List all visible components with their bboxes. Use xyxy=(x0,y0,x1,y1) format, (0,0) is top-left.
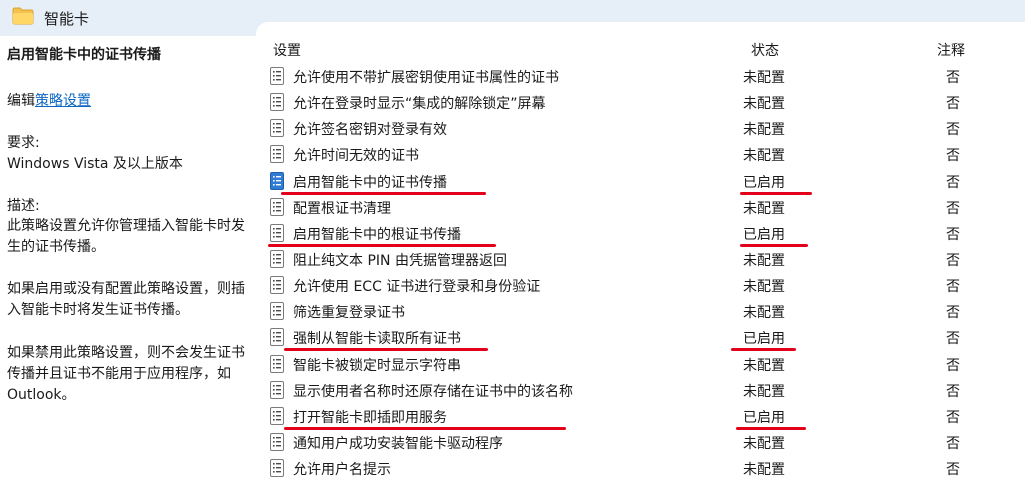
requirements-label: 要求: xyxy=(7,135,40,151)
setting-name: 允许时间无效的证书 xyxy=(293,148,419,165)
setting-name: 智能卡被锁定时显示字符串 xyxy=(293,357,461,374)
setting-state: 未配置 xyxy=(743,279,785,296)
policy-title: 启用智能卡中的证书传播 xyxy=(7,47,161,63)
setting-comment: 否 xyxy=(946,252,960,269)
setting-comment: 否 xyxy=(946,226,960,243)
settings-row[interactable]: 配置根证书清理 未配置 否 xyxy=(256,194,1025,220)
setting-comment: 否 xyxy=(946,435,960,452)
setting-comment: 否 xyxy=(946,331,960,348)
requirements-value: Windows Vista 及以上版本 xyxy=(7,156,183,172)
setting-state: 未配置 xyxy=(743,96,785,113)
settings-row[interactable]: 阻止纯文本 PIN 由凭据管理器返回 未配置 否 xyxy=(256,246,1025,272)
policy-setting-icon xyxy=(270,119,284,138)
setting-name: 启用智能卡中的根证书传播 xyxy=(293,226,461,243)
setting-comment: 否 xyxy=(946,409,960,426)
setting-name: 通知用户成功安装智能卡驱动程序 xyxy=(293,435,503,452)
settings-row[interactable]: 打开智能卡即插即用服务 已启用 否 xyxy=(256,403,1025,430)
settings-row[interactable]: 允许在登录时显示“集成的解除锁定”屏幕 未配置 否 xyxy=(256,89,1025,115)
setting-name: 打开智能卡即插即用服务 xyxy=(293,409,447,426)
setting-name: 允许在登录时显示“集成的解除锁定”屏幕 xyxy=(293,96,546,113)
description-label: 描述: xyxy=(7,198,40,214)
setting-state: 未配置 xyxy=(743,148,785,165)
folder-icon xyxy=(12,7,34,25)
policy-setting-icon xyxy=(270,223,284,242)
folder-title: 智能卡 xyxy=(44,10,90,28)
setting-name: 显示使用者名称时还原存储在证书中的该名称 xyxy=(293,383,573,400)
setting-state: 未配置 xyxy=(743,305,785,322)
setting-comment: 否 xyxy=(946,174,960,191)
settings-list-pane: 设置 状态 注释 允许使用不带扩展密钥使用证书属性的证书 未配置否允许在登录时显示… xyxy=(256,22,1025,481)
settings-row[interactable]: 允许签名密钥对登录有效 未配置 否 xyxy=(256,115,1025,141)
setting-name: 允许使用不带扩展密钥使用证书属性的证书 xyxy=(293,70,559,86)
policy-setting-icon xyxy=(270,328,284,347)
policy-description-pane: 启用智能卡中的证书传播 编辑策略设置 要求: Windows Vista 及以上… xyxy=(0,36,258,481)
policy-setting-icon xyxy=(270,459,284,478)
policy-setting-icon xyxy=(270,145,284,164)
settings-row[interactable]: 强制从智能卡读取所有证书 已启用 否 xyxy=(256,324,1025,352)
setting-state: 未配置 xyxy=(743,252,785,269)
setting-state: 已启用 xyxy=(743,226,785,243)
policy-setting-icon xyxy=(270,249,284,268)
policy-setting-icon xyxy=(270,197,284,216)
setting-state: 未配置 xyxy=(743,122,785,139)
settings-row[interactable]: 允许用户名提示 未配置 否 xyxy=(256,455,1025,481)
settings-row[interactable]: 允许使用 ECC 证书进行登录和身份验证 未配置 否 xyxy=(256,272,1025,298)
policy-setting-icon xyxy=(270,354,284,373)
settings-row[interactable]: 智能卡被锁定时显示字符串 未配置 否 xyxy=(256,351,1025,377)
setting-state: 未配置 xyxy=(743,70,785,86)
policy-setting-icon xyxy=(270,93,284,112)
setting-comment: 否 xyxy=(946,462,960,479)
policy-setting-icon xyxy=(270,302,284,321)
settings-row[interactable]: 通知用户成功安装智能卡驱动程序 未配置 否 xyxy=(256,429,1025,455)
setting-comment: 否 xyxy=(946,122,960,139)
setting-state: 未配置 xyxy=(743,462,785,479)
setting-comment: 否 xyxy=(946,383,960,400)
setting-name: 允许用户名提示 xyxy=(293,462,391,479)
setting-state: 已启用 xyxy=(743,331,785,348)
settings-list: 允许使用不带扩展密钥使用证书属性的证书 未配置否允许在登录时显示“集成的解除锁定”… xyxy=(256,63,1025,481)
setting-name: 启用智能卡中的证书传播 xyxy=(293,174,447,191)
settings-row[interactable]: 允许使用不带扩展密钥使用证书属性的证书 未配置 否 xyxy=(256,63,1025,89)
setting-name: 阻止纯文本 PIN 由凭据管理器返回 xyxy=(293,252,507,269)
settings-row[interactable]: 启用智能卡中的证书传播 已启用 否 xyxy=(256,168,1025,195)
policy-setting-icon xyxy=(270,276,284,295)
setting-name: 筛选重复登录证书 xyxy=(293,305,405,322)
column-header-comment[interactable]: 注释 xyxy=(937,40,965,60)
setting-state: 未配置 xyxy=(743,357,785,374)
setting-name: 强制从智能卡读取所有证书 xyxy=(293,331,461,348)
setting-state: 未配置 xyxy=(743,200,785,217)
setting-name: 允许使用 ECC 证书进行登录和身份验证 xyxy=(293,279,541,296)
policy-setting-icon xyxy=(270,171,284,190)
policy-setting-icon xyxy=(270,380,284,399)
column-header-state[interactable]: 状态 xyxy=(751,40,779,60)
setting-state: 未配置 xyxy=(743,383,785,400)
setting-comment: 否 xyxy=(946,305,960,322)
setting-state: 未配置 xyxy=(743,435,785,452)
setting-name: 配置根证书清理 xyxy=(293,200,391,217)
edit-prefix: 编辑 xyxy=(7,93,35,109)
setting-comment: 否 xyxy=(946,148,960,165)
description-paragraph: 此策略设置允许你管理插入智能卡时发生的证书传播。 xyxy=(7,218,245,255)
edit-line: 编辑策略设置 xyxy=(7,90,91,110)
setting-comment: 否 xyxy=(946,200,960,217)
setting-comment: 否 xyxy=(946,70,960,86)
setting-state: 已启用 xyxy=(743,174,785,191)
settings-row[interactable]: 允许时间无效的证书 未配置 否 xyxy=(256,141,1025,167)
policy-setting-icon xyxy=(270,432,284,451)
column-header-setting[interactable]: 设置 xyxy=(273,40,301,60)
setting-comment: 否 xyxy=(946,279,960,296)
settings-row[interactable]: 筛选重复登录证书 未配置 否 xyxy=(256,298,1025,324)
setting-comment: 否 xyxy=(946,96,960,113)
setting-name: 允许签名密钥对登录有效 xyxy=(293,122,447,139)
settings-row[interactable]: 显示使用者名称时还原存储在证书中的该名称 未配置 否 xyxy=(256,377,1025,403)
setting-state: 已启用 xyxy=(743,409,785,426)
policy-setting-icon xyxy=(270,67,284,85)
policy-setting-icon xyxy=(270,406,284,425)
setting-comment: 否 xyxy=(946,357,960,374)
settings-row[interactable]: 启用智能卡中的根证书传播 已启用 否 xyxy=(256,220,1025,247)
description-paragraph: 如果启用或没有配置此策略设置，则插入智能卡时将发生证书传播。 xyxy=(7,281,245,318)
description-paragraph: 如果禁用此策略设置，则不会发生证书传播并且证书不能用于应用程序，如 Outloo… xyxy=(7,345,245,403)
edit-policy-settings-link[interactable]: 策略设置 xyxy=(35,93,91,109)
